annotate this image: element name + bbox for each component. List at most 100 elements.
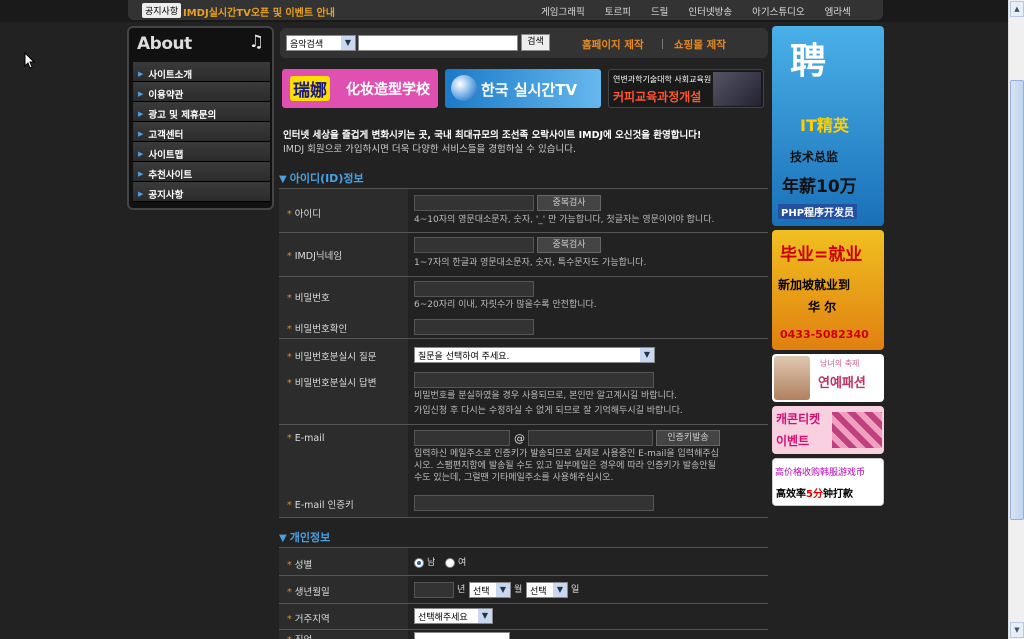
banner-korea-tv[interactable]: 한국 실시간TV — [445, 69, 601, 108]
top-nav-item[interactable]: 엠라섹 — [825, 4, 851, 18]
welcome-headline: 인터넷 세상을 즐겁게 변화시키는 곳, 국내 최대규모의 조선족 오락사이트 … — [283, 130, 702, 141]
label-nickname: * IMDJ닉네임 — [287, 251, 343, 262]
notice-link[interactable]: IMDJ실시간TV오픈 및 이벤트 안내 — [183, 4, 335, 19]
row-nickname: * IMDJ닉네임 중복검사 1~7자의 한글과 영문대소문자, 숫자, 특수문자… — [279, 233, 768, 277]
top-nav-item[interactable]: 아기스튜디오 — [752, 4, 804, 18]
banner-makeup-school[interactable]: 瑞娜 化妆造型学校 — [282, 69, 438, 108]
ad-text: 이벤트 — [776, 434, 810, 448]
email-domain-input[interactable] — [528, 430, 653, 446]
select-value: 질문을 선택하여 주세요. — [418, 352, 510, 362]
nickname-duplicate-check-button[interactable]: 중복검사 — [537, 237, 601, 253]
ad-headline: 毕业=就业 — [780, 245, 863, 265]
mouse-cursor-icon — [24, 52, 36, 69]
gender-female-label: 여 — [458, 558, 467, 568]
ad-text: 高效率5分钟打款 — [776, 489, 853, 500]
password-hint: 6~20자리 이내, 자릿수가 많을수록 안전합니다. — [414, 300, 597, 310]
ad-text: 年薪10万 — [782, 177, 857, 197]
job-select[interactable] — [414, 632, 510, 639]
arrow-right-icon: ▶ — [138, 89, 144, 98]
chevron-down-icon: ▼ — [478, 609, 492, 623]
id-duplicate-check-button[interactable]: 중복검사 — [537, 195, 601, 211]
label-password-answer: * 비밀번호분실시 답변 — [287, 378, 377, 389]
label-email: * E-mail — [287, 433, 325, 444]
send-auth-key-button[interactable]: 인증키발송 — [656, 430, 720, 446]
sidebar-item-ad-inquiry[interactable]: ▶ 광고 및 제휴문의 — [133, 102, 270, 122]
scroll-up-icon[interactable]: ▲ — [1010, 1, 1024, 17]
password-answer-hint-2: 가입신청 후 다시는 수정하실 수 없게 되므로 잘 기억해두시길 바랍니다. — [414, 406, 683, 416]
ad-it-recruit[interactable]: 聘 IT精英 技术总监 年薪10万 PHP程序开发员 — [772, 26, 884, 226]
birth-year-input[interactable] — [414, 582, 454, 598]
chevron-down-icon: ▼ — [496, 583, 510, 597]
about-title: About — [137, 34, 192, 54]
id-input[interactable] — [414, 195, 534, 211]
section-title-id: ▼ 아이디(ID)정보 — [279, 170, 364, 186]
ad-headline: 캐콘티켓 — [776, 412, 821, 426]
birth-day-select[interactable]: 선택 ▼ — [526, 582, 568, 598]
nickname-input[interactable] — [414, 237, 534, 253]
row-password: * 비밀번호 6~20자리 이내, 자릿수가 많을수록 안전합니다. * 비밀번호확… — [279, 277, 768, 339]
top-nav-item[interactable]: 드릴 — [651, 4, 668, 18]
email-auth-key-input[interactable] — [414, 495, 654, 511]
gender-female-radio[interactable] — [445, 558, 455, 568]
ad-singapore-job[interactable]: 毕业=就业 新加坡就业到 华 尔 0433-5082340 — [772, 230, 884, 350]
ad-fashion[interactable]: 남녀의 축제 연예패션 — [772, 354, 884, 402]
gender-male-label: 남 — [427, 558, 436, 568]
vertical-scrollbar[interactable]: ▲ ▼ — [1008, 0, 1024, 639]
sidebar-item-sitemap[interactable]: ▶ 사이트맵 — [133, 142, 270, 162]
globe-icon — [451, 75, 477, 101]
row-region: * 거주지역 선택해주세요 ▼ — [279, 604, 768, 630]
arrow-right-icon: ▶ — [138, 109, 144, 118]
banner-text: 化妆造型学校 — [346, 82, 430, 98]
region-select[interactable]: 선택해주세요 ▼ — [414, 608, 493, 624]
homepage-link[interactable]: 홈페이지 제작 — [582, 37, 644, 52]
about-menu: ▶ 사이트소개 ▶ 이용약관 ▶ 광고 및 제휴문의 ▶ 고객센터 ▶ 사이트맵 ▶ 추천사… — [133, 62, 270, 202]
password-answer-input[interactable] — [414, 372, 654, 388]
search-category-select[interactable]: 음악검색 ▼ — [286, 35, 356, 51]
password-answer-hint-1: 비밀번호를 분실하였을 경우 사용되므로, 본인만 알고계시길 바랍니다. — [414, 391, 678, 401]
shop-link[interactable]: 쇼핑몰 제작 — [674, 37, 726, 52]
sidebar-item-label: 공지사항 — [148, 189, 184, 201]
sidebar-item-recommended[interactable]: ▶ 추천사이트 — [133, 162, 270, 182]
section-title-text: 개인정보 — [289, 531, 331, 544]
scroll-down-icon[interactable]: ▼ — [1010, 622, 1024, 638]
search-input[interactable] — [358, 35, 518, 51]
arrow-right-icon: ▶ — [138, 149, 144, 158]
top-nav-item[interactable]: 토르피 — [605, 4, 631, 18]
gender-male-radio[interactable] — [414, 558, 424, 568]
row-gender: * 성별 남 여 — [279, 548, 768, 576]
search-button[interactable]: 검색 — [521, 34, 550, 51]
select-value: 선택해주세요 — [418, 613, 468, 623]
ad-ticket-event[interactable]: 캐콘티켓 이벤트 — [772, 406, 884, 454]
banner-coffee-course[interactable]: 연변과학기술대학 사회교육원 커피교육과정개설 — [608, 69, 764, 108]
top-nav-item[interactable]: 게임그래픽 — [541, 4, 585, 18]
banner-text: 커피교육과정개설 — [613, 90, 702, 104]
row-id: * 아이디 중복검사 4~10자의 영문대소문자, 숫자, '_' 만 가능합니다… — [279, 189, 768, 233]
password-confirm-input[interactable] — [414, 319, 534, 335]
id-hint: 4~10자의 영문대소문자, 숫자, '_' 만 가능합니다, 첫글자는 영문이… — [414, 215, 715, 225]
music-note-icon: ♫ — [248, 32, 264, 52]
top-nav-item[interactable]: 인터넷방송 — [688, 4, 732, 18]
password-question-select[interactable]: 질문을 선택하여 주세요. ▼ — [414, 347, 655, 363]
label-gender: * 성별 — [287, 560, 313, 571]
scrollbar-thumb[interactable] — [1010, 80, 1024, 520]
section-title-text: 아이디(ID)정보 — [289, 172, 364, 185]
sidebar-item-support[interactable]: ▶ 고객센터 — [133, 122, 270, 142]
sidebar-item-terms[interactable]: ▶ 이용약관 — [133, 82, 270, 102]
sidebar-item-site-intro[interactable]: ▶ 사이트소개 — [133, 62, 270, 82]
sidebar-item-notice[interactable]: ▶ 공지사항 — [133, 182, 270, 202]
row-job: *직업 — [279, 630, 768, 639]
banner-text: 한국 실시간TV — [481, 81, 578, 99]
ad-game-currency[interactable]: 高价格收购韩服游戏币 高效率5分钟打款 — [772, 458, 884, 506]
label-password: * 비밀번호 — [287, 293, 330, 304]
section-title-personal: ▼ 개인정보 — [279, 529, 330, 545]
birth-day-unit: 일 — [571, 585, 580, 595]
about-sidebar: About ♫ ▶ 사이트소개 ▶ 이용약관 ▶ 광고 및 제휴문의 ▶ 고객센터 ▶ 사… — [127, 26, 274, 210]
label-job: *직업 — [287, 632, 312, 639]
label-password-question: * 비밀번호분실시 질문 — [287, 352, 377, 363]
row-email: * E-mail @ 인증키발송 입력하신 메일주소로 인증키가 발송되므로 실제… — [279, 425, 768, 518]
password-input[interactable] — [414, 281, 534, 297]
row-password-recovery: * 비밀번호분실시 질문 질문을 선택하여 주세요. ▼ * 비밀번호분실시 답변 비… — [279, 339, 768, 425]
birth-month-select[interactable]: 선택 ▼ — [469, 582, 511, 598]
ad-text: 남녀의 축제 — [820, 359, 860, 368]
email-local-input[interactable] — [414, 430, 510, 446]
